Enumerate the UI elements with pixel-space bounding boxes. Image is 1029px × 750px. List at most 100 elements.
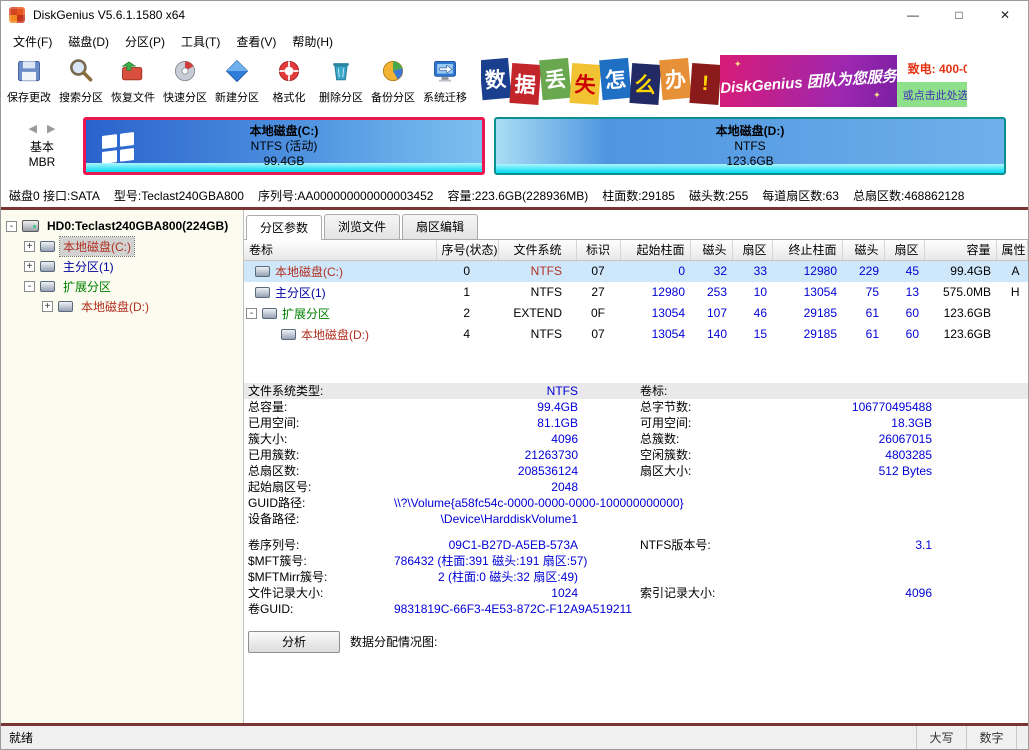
cell-end-cyl: 13054 (772, 282, 842, 303)
cell-end-sec: 60 (884, 324, 924, 345)
cell-attr: H (996, 282, 1028, 303)
detail-value: 09C1-B27D-A5EB-573A (394, 538, 578, 552)
cell-volume: 本地磁盘(C:) (275, 263, 343, 280)
partition-icon (255, 287, 270, 298)
tree-item-local-disk-d[interactable]: + 本地磁盘(D:) (1, 296, 243, 316)
tab-browse-files[interactable]: 浏览文件 (324, 214, 400, 239)
close-button[interactable]: ✕ (982, 1, 1028, 29)
new-partition-button[interactable]: 新建分区 (211, 54, 263, 108)
detail-value: 1024 (394, 586, 578, 600)
detail-row: 设备路径:\Device\HarddiskVolume1 (244, 511, 1028, 527)
menu-view[interactable]: 查看(V) (228, 30, 284, 53)
partition-bar-c[interactable]: 本地磁盘(C:) NTFS (活动) 99.4GB (83, 117, 485, 175)
collapse-expander-icon[interactable]: - (246, 308, 257, 319)
col-header-start-cyl[interactable]: 起始柱面 (620, 240, 690, 260)
tab-sector-edit[interactable]: 扇区编辑 (402, 214, 478, 239)
analyze-button[interactable]: 分析 (248, 631, 340, 653)
sparkle-icon: ✦ (873, 90, 881, 101)
minimize-button[interactable]: — (890, 1, 936, 29)
delete-partition-button[interactable]: 删除分区 (315, 54, 367, 108)
disk-nav: ◀▶ 基本 MBR (1, 122, 83, 170)
menu-disk[interactable]: 磁盘(D) (60, 30, 117, 53)
search-partition-button[interactable]: 搜索分区 (55, 54, 107, 108)
detail-value: 4096 (394, 432, 578, 446)
banner-qq-link[interactable]: 或点击此处选择QQ咨询 (897, 82, 967, 107)
save-changes-button[interactable]: 保存更改 (3, 54, 55, 108)
detail-label: 卷标: (640, 383, 762, 399)
cell-seq: 0 (436, 260, 498, 282)
format-button[interactable]: 格式化 (263, 54, 315, 108)
menu-help[interactable]: 帮助(H) (284, 30, 341, 53)
col-header-head2[interactable]: 磁头 (842, 240, 884, 260)
menu-partition[interactable]: 分区(P) (117, 30, 173, 53)
col-header-head[interactable]: 磁头 (690, 240, 732, 260)
col-header-sector2[interactable]: 扇区 (884, 240, 924, 260)
expand-expander-icon[interactable]: + (24, 261, 35, 272)
menu-file[interactable]: 文件(F) (5, 30, 60, 53)
backup-partition-button[interactable]: 备份分区 (367, 54, 419, 108)
tree-item-local-disk-c[interactable]: + 本地磁盘(C:) (1, 236, 243, 256)
tree-root-hd0[interactable]: - HD0:Teclast240GBA800(224GB) (1, 216, 243, 236)
table-row-primary-partition[interactable]: 主分区(1) 1 NTFS 27 12980 253 10 13054 75 1… (244, 282, 1028, 303)
disk-info-item: 容量:223.6GB(228936MB) (447, 187, 588, 204)
partition-icon (40, 281, 55, 292)
tab-partition-params[interactable]: 分区参数 (246, 215, 322, 240)
col-header-filesystem[interactable]: 文件系统 (498, 240, 576, 260)
tree-item-primary-partition[interactable]: + 主分区(1) (1, 256, 243, 276)
detail-label: 已用空间: (248, 415, 394, 431)
disk-info-item: 每道扇区数:63 (762, 187, 839, 204)
col-header-attr[interactable]: 属性 (996, 240, 1028, 260)
quick-partition-button[interactable]: 快速分区 (159, 54, 211, 108)
recover-files-button[interactable]: 恢复文件 (107, 54, 159, 108)
toolbar-label: 恢复文件 (111, 89, 155, 105)
tree-item-extended-partition[interactable]: - 扩展分区 (1, 276, 243, 296)
table-row-local-disk-c[interactable]: 本地磁盘(C:) 0 NTFS 07 0 32 33 12980 229 45 … (244, 260, 1028, 282)
table-row-local-disk-d[interactable]: 本地磁盘(D:) 4 NTFS 07 13054 140 15 29185 61… (244, 324, 1028, 345)
col-header-sector[interactable]: 扇区 (732, 240, 772, 260)
detail-label: 卷GUID: (248, 601, 394, 617)
tree-item-label: 扩展分区 (60, 277, 114, 296)
disk-info-item: 序列号:AA000000000000003452 (258, 187, 433, 204)
detail-label: 空闲簇数: (640, 447, 762, 463)
collapse-expander-icon[interactable]: - (24, 281, 35, 292)
menu-tools[interactable]: 工具(T) (173, 30, 228, 53)
detail-row: 已用簇数:21263730空闲簇数:4803285 (244, 447, 1028, 463)
partition-bar-d[interactable]: 本地磁盘(D:) NTFS 123.6GB (494, 117, 1006, 175)
col-header-seq[interactable]: 序号(状态) (436, 240, 498, 260)
save-icon (15, 57, 43, 88)
cell-seq: 4 (436, 324, 498, 345)
col-header-end-cyl[interactable]: 终止柱面 (772, 240, 842, 260)
detail-value: 26067015 (762, 432, 932, 446)
detail-label: $MFT簇号: (248, 553, 394, 569)
cell-filesystem: NTFS (498, 260, 576, 282)
banner-phone: 致电: 400-008-9958 (897, 55, 967, 82)
format-icon (275, 57, 303, 88)
disk-info-item: 磁头数:255 (689, 187, 748, 204)
cell-volume: 主分区(1) (275, 284, 326, 301)
detail-label: 总扇区数: (248, 463, 394, 479)
expand-expander-icon[interactable]: + (42, 301, 53, 312)
expand-expander-icon[interactable]: + (24, 241, 35, 252)
resize-grip (1016, 726, 1028, 749)
cell-end-cyl: 12980 (772, 260, 842, 282)
disk-info-item: 总扇区数:468862128 (853, 187, 964, 204)
col-header-volume[interactable]: 卷标 (244, 240, 436, 260)
system-migration-button[interactable]: 系统迁移 (419, 54, 471, 108)
disk-info-item: 磁盘0 接口:SATA (9, 187, 100, 204)
collapse-expander-icon[interactable]: - (6, 221, 17, 232)
prev-disk-arrow[interactable]: ◀ (24, 123, 42, 135)
detail-row: GUID路径:\\?\Volume{a58fc54c-0000-0000-000… (244, 495, 1028, 511)
partition-table-type-label: MBR (1, 155, 83, 170)
cell-end-sec: 13 (884, 282, 924, 303)
promo-banner[interactable]: 数 据 丢 失 怎 么 办 ! ✦ DiskGenius 团队为您服务 ✦ 致电… (481, 55, 967, 107)
maximize-button[interactable]: □ (936, 1, 982, 29)
cell-end-head: 61 (842, 324, 884, 345)
detail-row: 总扇区数:208536124扇区大小:512 Bytes (244, 463, 1028, 479)
col-header-id[interactable]: 标识 (576, 240, 620, 260)
col-header-capacity[interactable]: 容量 (924, 240, 996, 260)
toolbar-label: 删除分区 (319, 89, 363, 105)
table-row-extended-partition[interactable]: -扩展分区 2 EXTEND 0F 13054 107 46 29185 61 … (244, 303, 1028, 324)
detail-value: 4803285 (762, 448, 932, 462)
next-disk-arrow[interactable]: ▶ (42, 123, 60, 135)
detail-value: \\?\Volume{a58fc54c-0000-0000-0000-10000… (394, 496, 678, 510)
